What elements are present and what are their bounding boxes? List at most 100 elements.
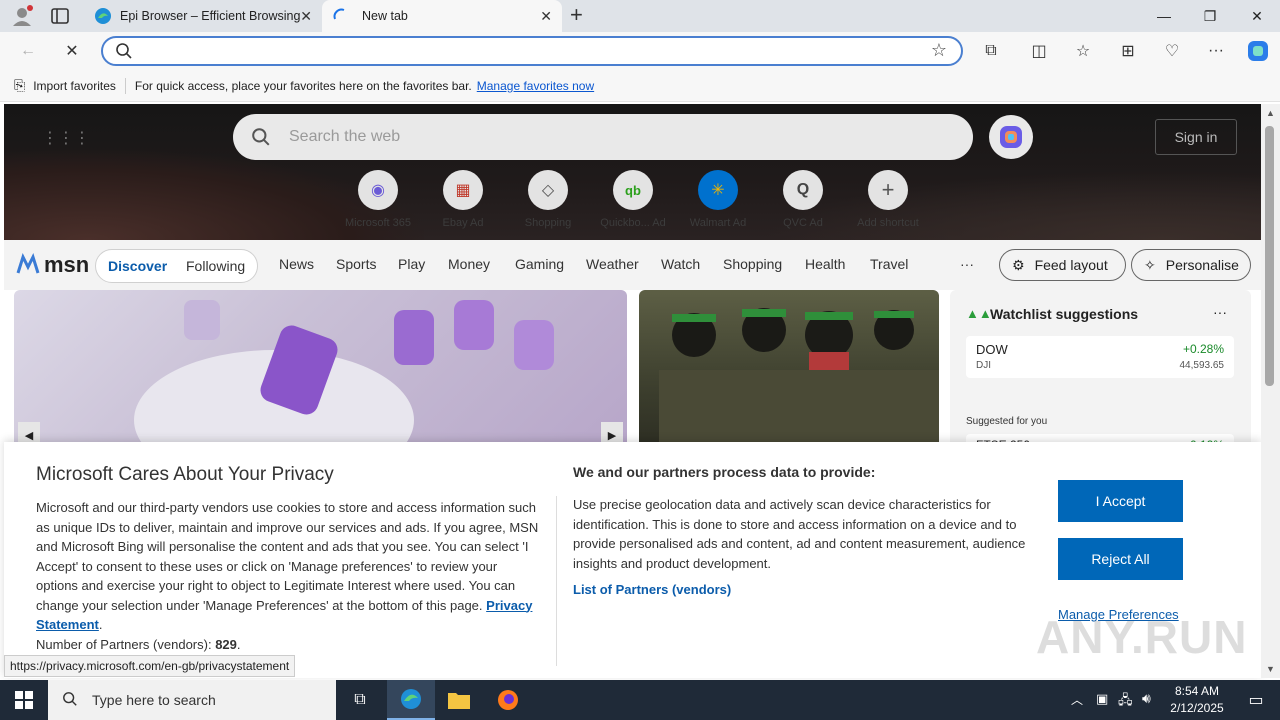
stock-row-dow[interactable]: DOW DJI +0.28% 44,593.65	[966, 336, 1234, 378]
copilot-icon[interactable]	[1244, 38, 1272, 64]
scroll-up-icon[interactable]: ▲	[1266, 108, 1275, 118]
nav-weather[interactable]: Weather	[586, 256, 639, 272]
quickbooks-icon: qb	[613, 170, 653, 210]
taskbar-search-box[interactable]: Type here to search	[48, 680, 336, 720]
nav-play[interactable]: Play	[398, 256, 425, 272]
nav-watch[interactable]: Watch	[661, 256, 700, 272]
nav-gaming[interactable]: Gaming	[515, 256, 564, 272]
stock-sub: DJI	[976, 360, 991, 371]
file-explorer-icon[interactable]	[435, 680, 483, 720]
msn-logo[interactable]: msn	[16, 252, 89, 278]
nav-money[interactable]: Money	[448, 256, 490, 272]
msn-logo-text: msn	[44, 252, 90, 277]
personalise-button[interactable]: ✧ Personalise	[1131, 249, 1251, 281]
manage-favorites-link[interactable]: Manage favorites now	[477, 79, 594, 93]
favorites-icon[interactable]: ☆	[1069, 38, 1097, 64]
browser-essentials-icon[interactable]: ♡	[1158, 38, 1186, 64]
close-tab-icon[interactable]: ✕	[300, 8, 312, 25]
stock-change: +0.28%	[1182, 342, 1224, 356]
shortcut-microsoft-365[interactable]: ◉ Microsoft 365	[338, 170, 418, 229]
militants-image	[659, 308, 939, 450]
close-window-icon[interactable]: ✕	[1234, 0, 1280, 32]
minimize-icon[interactable]: ―	[1141, 0, 1187, 32]
feed-layout-button[interactable]: ⚙ Feed layout	[999, 249, 1126, 281]
back-icon[interactable]: ←	[14, 38, 42, 64]
copilot-button[interactable]	[989, 115, 1033, 159]
address-bar[interactable]: ☆	[101, 36, 963, 66]
ebay-icon: ▦	[443, 170, 483, 210]
shortcut-quickbooks[interactable]: qb Quickbo... Ad	[593, 170, 673, 229]
shortcut-label: Shopping	[524, 217, 572, 229]
shortcut-ebay[interactable]: ▦ Ebay Ad	[423, 170, 503, 229]
sign-in-button[interactable]: Sign in	[1155, 119, 1237, 155]
data-processing-text: Use precise geolocation data and activel…	[573, 497, 1026, 571]
firefox-icon[interactable]	[484, 680, 532, 720]
new-tab-icon[interactable]: +	[570, 4, 590, 27]
privacy-divider	[556, 496, 557, 666]
show-hidden-icons[interactable]: ︿	[1071, 691, 1083, 708]
tab-discover[interactable]: Discover	[108, 258, 167, 274]
scroll-down-icon[interactable]: ▼	[1266, 664, 1275, 674]
task-view-icon[interactable]: ⧉	[336, 680, 384, 720]
edge-taskbar-icon[interactable]	[387, 680, 435, 720]
background-hero: ⋮⋮⋮ Search the web Sign in ◉ Microsoft 3…	[4, 104, 1261, 240]
tab-title: New tab	[362, 9, 408, 23]
clock-time: 8:54 AM	[1174, 684, 1220, 698]
stocks-icon: ▲▲	[966, 306, 992, 321]
restore-icon[interactable]: ❐	[1187, 0, 1233, 32]
device-icon[interactable]: ▣	[1096, 691, 1108, 707]
address-input[interactable]	[139, 43, 899, 59]
nav-travel[interactable]: Travel	[870, 256, 908, 272]
news-card-lab-vials[interactable]: ◀ ▶	[14, 290, 627, 450]
import-icon: ⎘	[14, 77, 26, 93]
shortcut-label: Add shortcut	[857, 217, 919, 229]
shortcut-qvc[interactable]: Q QVC Ad	[763, 170, 843, 229]
search-icon	[251, 127, 271, 150]
shortcut-shopping[interactable]: ◇ Shopping	[508, 170, 588, 229]
partners-label: Number of Partners (vendors):	[36, 636, 216, 652]
shortcut-add[interactable]: + Add shortcut	[848, 170, 928, 229]
watchlist-more-icon[interactable]: ···	[1213, 304, 1227, 320]
nav-health[interactable]: Health	[805, 256, 845, 272]
reject-all-button[interactable]: Reject All	[1058, 538, 1183, 580]
tab-new-tab[interactable]: New tab ✕	[322, 0, 562, 32]
close-tab-icon[interactable]: ✕	[540, 8, 552, 25]
shortcut-label: Microsoft 365	[344, 217, 412, 229]
page-scrollbar[interactable]: ▲ ▼	[1261, 104, 1280, 678]
tab-epi-browser[interactable]: Epi Browser – Efficient Browsing, Zero T…	[84, 0, 322, 32]
favorites-bar-divider	[124, 77, 126, 94]
stop-loading-icon[interactable]: ✕	[58, 38, 86, 64]
notifications-icon[interactable]: ▭	[1232, 680, 1280, 720]
import-favorites-button[interactable]: ⎘ Import favorites	[14, 77, 116, 94]
scrollbar-thumb[interactable]	[1265, 126, 1274, 386]
anyrun-watermark: ANY.RUN	[1036, 611, 1248, 663]
profile-icon[interactable]	[10, 5, 34, 27]
shortcut-walmart[interactable]: ✳ Walmart Ad	[678, 170, 758, 229]
news-card-militants[interactable]	[639, 290, 939, 450]
volume-icon[interactable]: 🔊︎	[1142, 690, 1151, 707]
split-screen-icon[interactable]: ◫	[1025, 38, 1053, 64]
settings-more-icon[interactable]: ···	[1202, 38, 1230, 64]
windows-start-icon[interactable]	[0, 680, 48, 720]
web-search-box[interactable]: Search the web	[233, 114, 973, 160]
nav-shopping[interactable]: Shopping	[723, 256, 782, 272]
apps-grid-icon[interactable]: ⋮⋮⋮	[42, 128, 90, 148]
network-icon[interactable]: 🖧	[1118, 691, 1133, 713]
extensions-icon[interactable]: ⧉	[977, 38, 1005, 64]
browser-toolbar: ← ✕ ☆ ⧉ ◫ ☆ ⊞ ♡ ···	[0, 32, 1280, 70]
accept-button[interactable]: I Accept	[1058, 480, 1183, 522]
nav-news[interactable]: News	[279, 256, 314, 272]
tab-actions-icon[interactable]	[50, 7, 70, 25]
favorite-star-icon[interactable]: ☆	[931, 40, 947, 61]
nav-sports[interactable]: Sports	[336, 256, 376, 272]
collections-icon[interactable]: ⊞	[1114, 38, 1142, 64]
favorites-bar-message: For quick access, place your favorites h…	[134, 78, 472, 93]
watchlist-card: ▲▲ Watchlist suggestions ··· DOW DJI +0.…	[950, 290, 1251, 452]
microsoft-365-icon: ◉	[358, 170, 398, 210]
stock-ticker: DOW	[976, 342, 1008, 357]
tab-following[interactable]: Following	[186, 258, 245, 274]
lab-vials-image	[134, 300, 554, 450]
system-clock[interactable]: 8:54 AM 2/12/2025	[1162, 683, 1232, 717]
nav-more-icon[interactable]: ···	[960, 256, 974, 272]
partners-list-link[interactable]: List of Partners (vendors)	[573, 582, 1038, 597]
